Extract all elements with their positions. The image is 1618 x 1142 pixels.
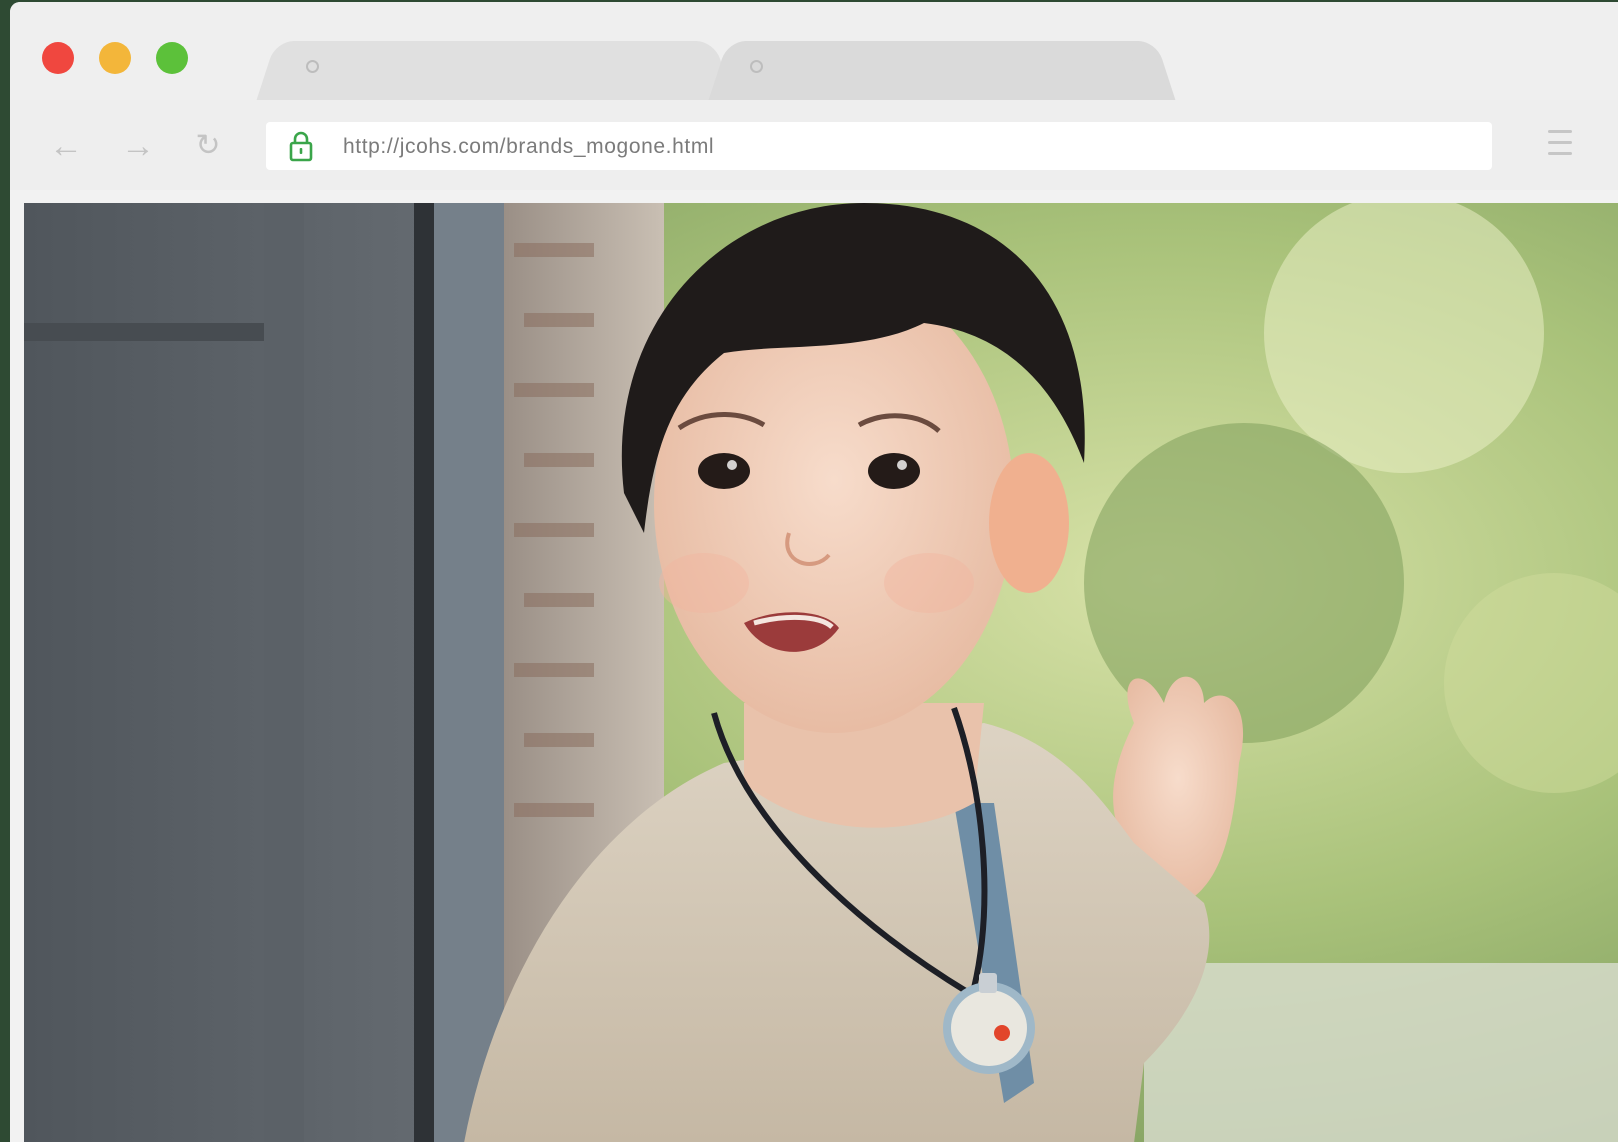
zoom-window-button[interactable] (156, 42, 188, 74)
forward-button[interactable]: → (118, 126, 158, 166)
back-button[interactable]: ← (46, 126, 86, 166)
tab-favicon-icon (306, 60, 319, 73)
address-bar[interactable]: http://jcohs.com/brands_mogone.html (266, 122, 1492, 170)
close-window-button[interactable] (42, 42, 74, 74)
title-bar (10, 2, 1618, 101)
hamburger-menu-icon[interactable] (1548, 130, 1572, 160)
tab-favicon-icon (750, 60, 763, 73)
minimize-window-button[interactable] (99, 42, 131, 74)
page-viewport (24, 203, 1618, 1142)
reload-button[interactable]: ↻ (188, 126, 228, 166)
arrow-right-icon: → (121, 127, 155, 165)
browser-window: ← → ↻ http://jcohs.com/brands_mogone.htm… (10, 2, 1618, 1142)
toddler-with-pendant-photo (24, 203, 1618, 1142)
browser-tab-1[interactable] (280, 41, 710, 101)
browser-toolbar: ← → ↻ http://jcohs.com/brands_mogone.htm… (10, 100, 1618, 190)
arrow-left-icon: ← (49, 127, 83, 165)
lock-icon (289, 131, 313, 162)
reload-icon: ↻ (195, 129, 221, 162)
url-text: http://jcohs.com/brands_mogone.html (343, 135, 715, 158)
browser-tab-2[interactable] (732, 41, 1152, 101)
